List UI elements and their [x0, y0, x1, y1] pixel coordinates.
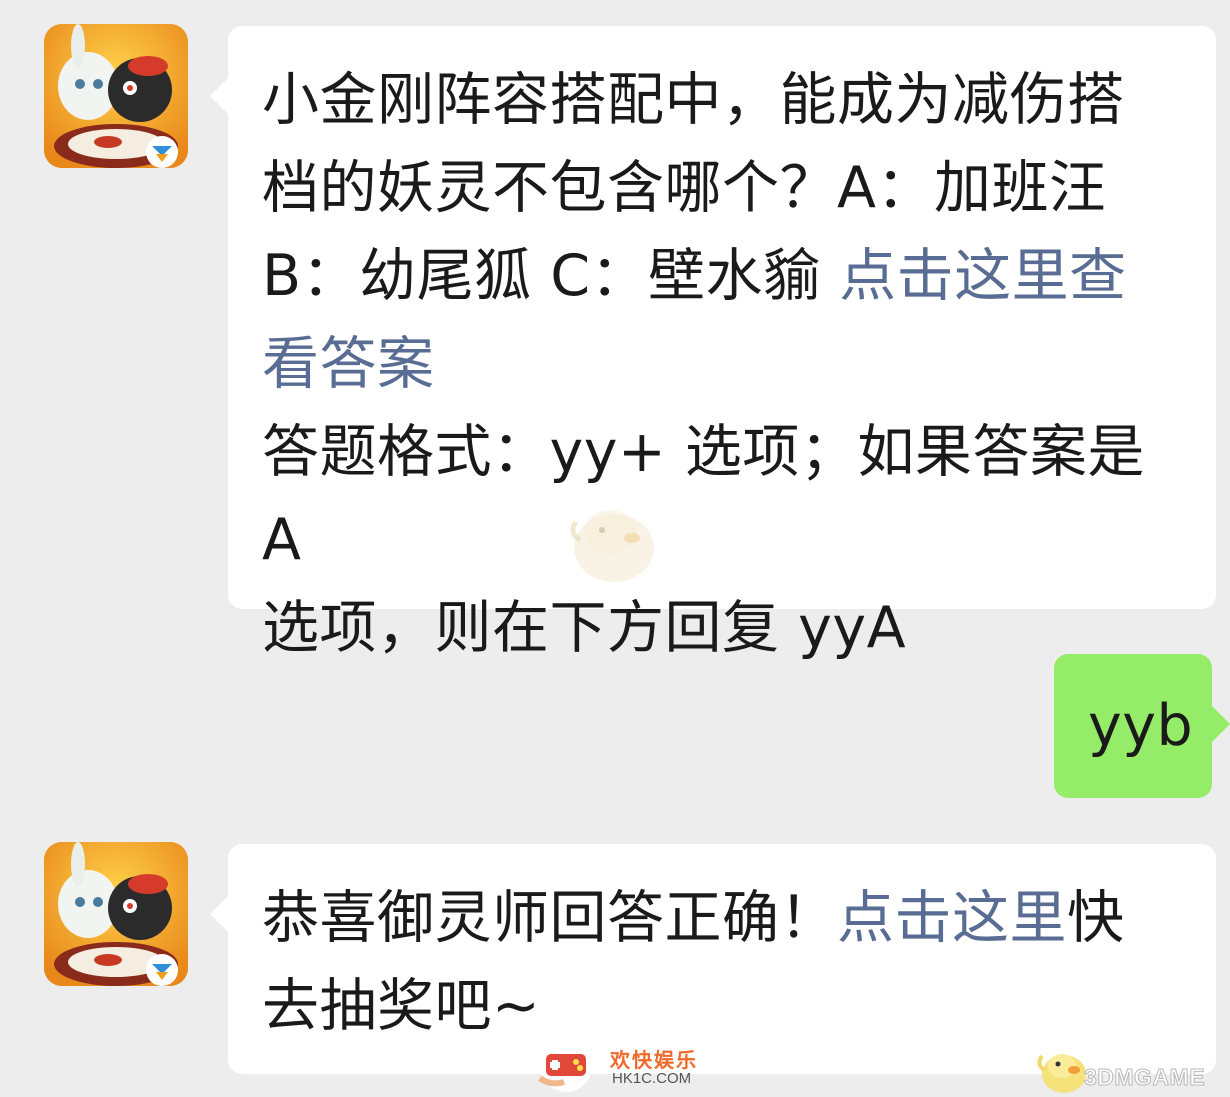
view-answer-link-part2[interactable]: 看答案	[262, 331, 435, 397]
view-answer-link-part1[interactable]: 点击这里查	[839, 243, 1127, 309]
question-line-1: 小金刚阵容搭配中，能成为减伤搭	[262, 67, 1125, 133]
user-reply-bubble: yyb	[1054, 654, 1230, 798]
congrats-text: 恭喜御灵师回答正确！	[262, 885, 837, 951]
bot-question-bubble: 小金刚阵容搭配中，能成为减伤搭 档的妖灵不包含哪个？A：加班汪 B：幼尾狐 C：…	[210, 26, 1216, 661]
question-line-3: B：幼尾狐 C：壁水貐 点击这里查	[262, 232, 1186, 320]
bot-avatar-icon[interactable]	[44, 842, 188, 986]
question-line-4: 看答案	[262, 320, 1186, 408]
format-hint-line-1: 答题格式：yy+ 选项；如果答案是 A	[262, 419, 1145, 573]
congrats-line-2: 去抽奖吧~	[262, 973, 541, 1039]
lottery-link[interactable]: 点击这里	[837, 885, 1067, 951]
congrats-tail: 快	[1067, 885, 1125, 951]
bot-avatar-icon[interactable]	[44, 24, 188, 168]
format-hint-line-2: 选项，则在下方回复 yyA	[262, 595, 907, 661]
bot-congrats-bubble: 恭喜御灵师回答正确！点击这里快 去抽奖吧~	[210, 844, 1216, 1074]
user-reply-text: yyb	[1088, 693, 1194, 759]
question-line-2: 档的妖灵不包含哪个？A：加班汪	[262, 155, 1107, 221]
question-options-text: B：幼尾狐 C：壁水貐	[262, 243, 840, 309]
congrats-line-1: 恭喜御灵师回答正确！点击这里快	[262, 874, 1186, 962]
